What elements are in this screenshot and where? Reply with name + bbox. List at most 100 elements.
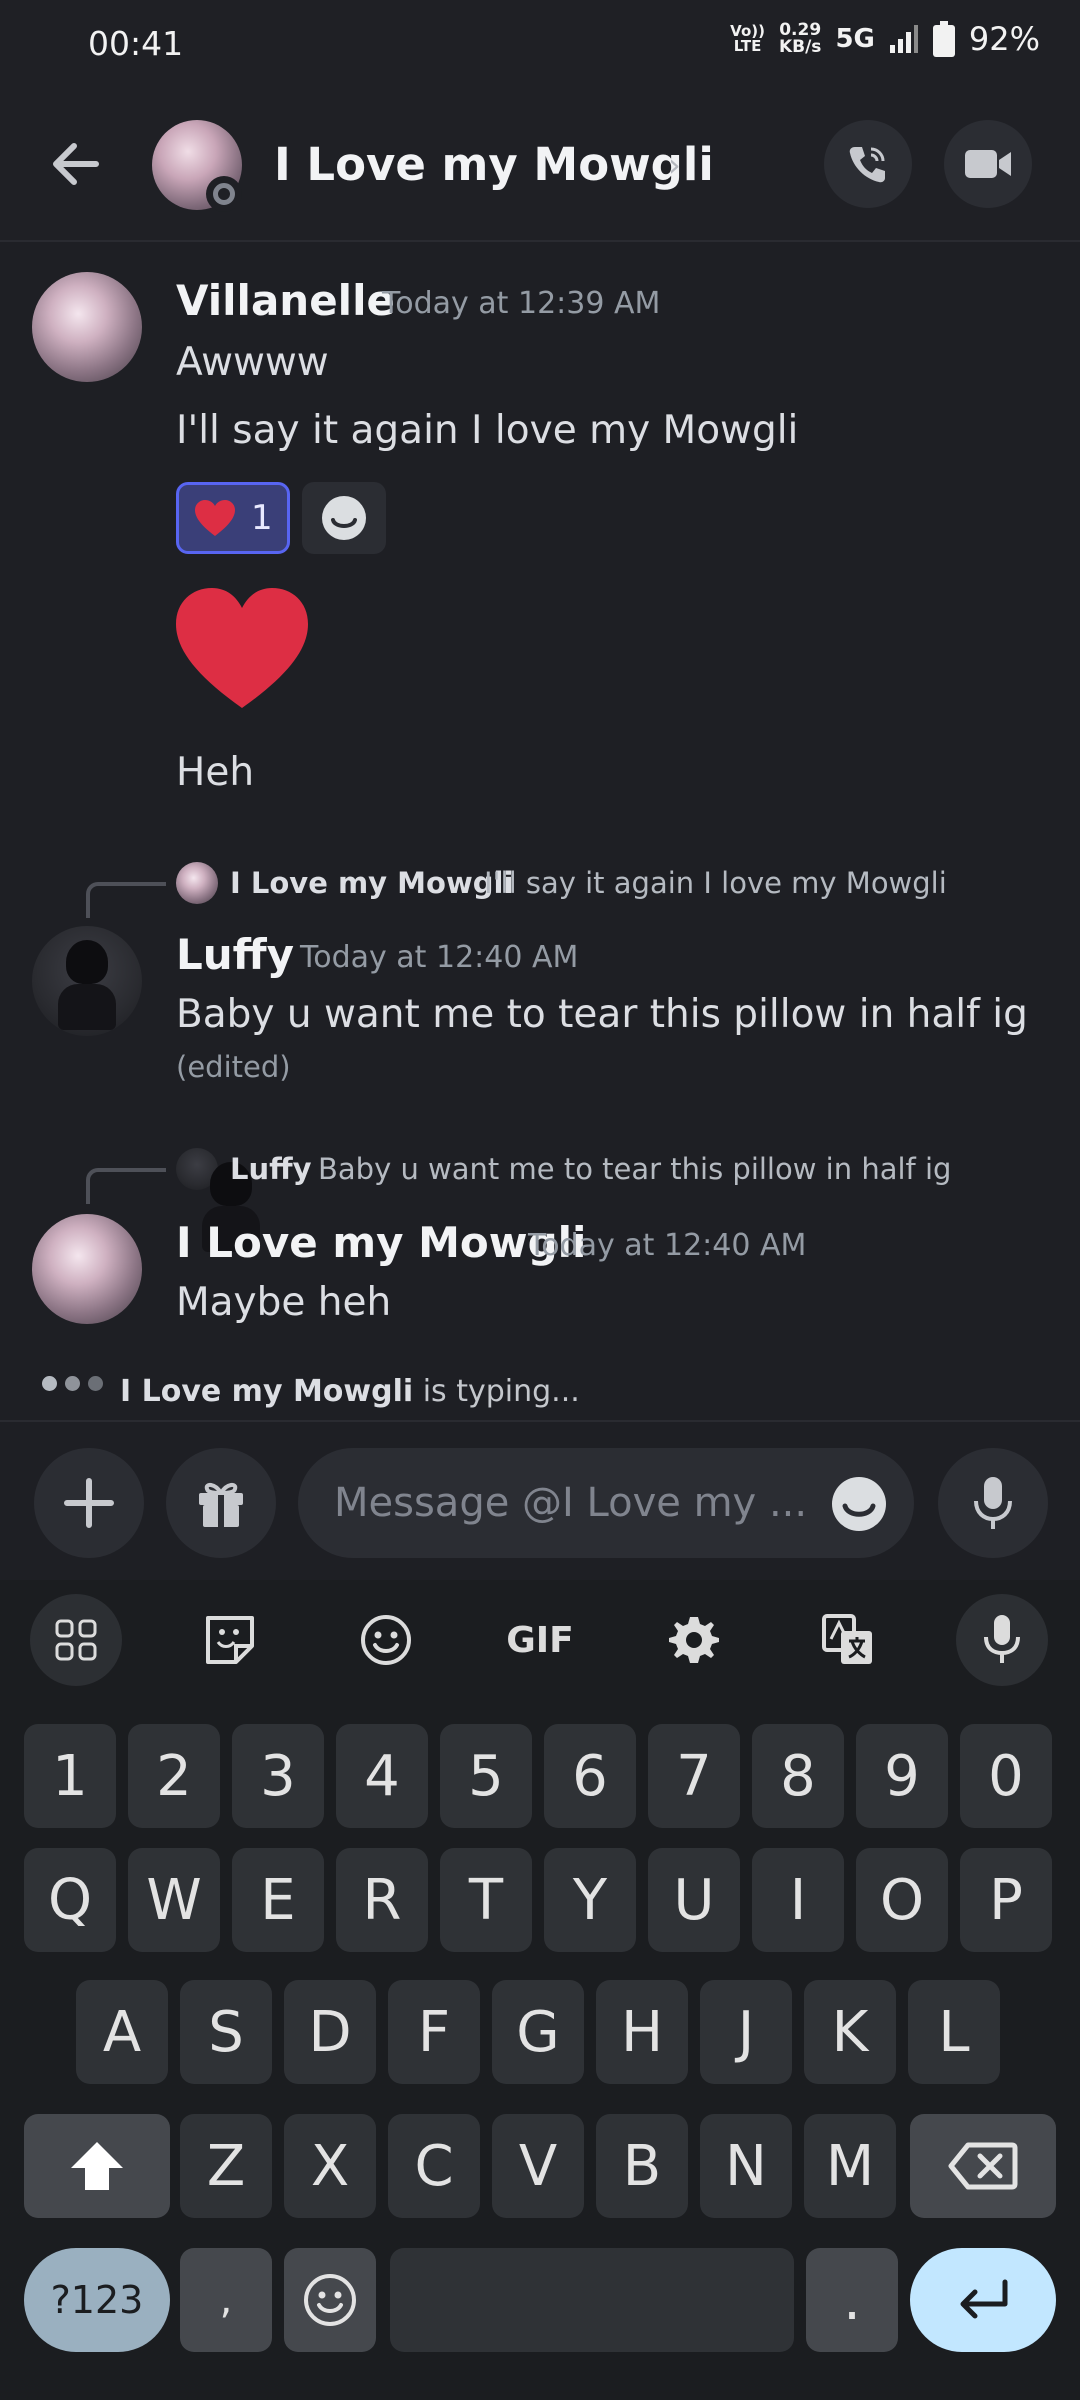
avatar[interactable] [32, 1214, 142, 1324]
message-text[interactable]: Awwww [176, 340, 329, 385]
voice-message-button[interactable] [938, 1448, 1048, 1558]
typing-dot [65, 1376, 80, 1391]
emoji-icon [322, 496, 366, 540]
key-0[interactable]: 0 [960, 1724, 1052, 1828]
chevron-right-icon[interactable]: › [668, 146, 681, 184]
avatar[interactable] [32, 926, 142, 1036]
keyboard-emoji-key[interactable] [284, 2248, 376, 2352]
sticker-button[interactable] [184, 1594, 276, 1686]
key-q[interactable]: Q [24, 1848, 116, 1952]
key-1[interactable]: 1 [24, 1724, 116, 1828]
key-n[interactable]: N [700, 2114, 792, 2218]
sticker-icon [206, 1616, 254, 1664]
key-5[interactable]: 5 [440, 1724, 532, 1828]
key-h[interactable]: H [596, 1980, 688, 2084]
keyboard-voice-button[interactable] [956, 1594, 1048, 1686]
shift-key[interactable] [24, 2114, 170, 2218]
enter-arrow-icon [960, 2279, 1008, 2319]
key-f[interactable]: F [388, 1980, 480, 2084]
backspace-key[interactable] [910, 2114, 1056, 2218]
message-list[interactable]: Villanelle Today at 12:39 AM Awwww I'll … [0, 244, 1080, 1420]
gif-button[interactable]: GIF [494, 1594, 586, 1686]
page-title[interactable]: I Love my Mowgli [274, 138, 714, 191]
key-g[interactable]: G [492, 1980, 584, 2084]
key-2[interactable]: 2 [128, 1724, 220, 1828]
key-d[interactable]: D [284, 1980, 376, 2084]
reply-preview-text[interactable]: I'll say it again I love my Mowgli [484, 866, 947, 900]
space-key[interactable] [390, 2248, 794, 2352]
key-7[interactable]: 7 [648, 1724, 740, 1828]
back-arrow-icon[interactable] [44, 132, 108, 196]
comma-key[interactable]: , [180, 2248, 272, 2352]
key-l[interactable]: L [908, 1980, 1000, 2084]
heart-emoji-icon[interactable] [172, 584, 312, 714]
key-9[interactable]: 9 [856, 1724, 948, 1828]
gift-button[interactable] [166, 1448, 276, 1558]
key-k[interactable]: K [804, 1980, 896, 2084]
key-z[interactable]: Z [180, 2114, 272, 2218]
key-e[interactable]: E [232, 1848, 324, 1952]
key-p[interactable]: P [960, 1848, 1052, 1952]
reaction-heart-button[interactable]: 1 [176, 482, 290, 554]
on-screen-keyboard: GIF 1234567890 QWERTYUIOP ASDFGHJK L Z X… [0, 1580, 1080, 2400]
symbols-key[interactable]: ?123 [24, 2248, 170, 2352]
avatar[interactable] [32, 272, 142, 382]
reply-author[interactable]: Luffy [230, 1152, 312, 1186]
emoji-icon [304, 2274, 356, 2326]
key-m[interactable]: M [804, 2114, 896, 2218]
keyboard-settings-button[interactable] [648, 1594, 740, 1686]
key-y[interactable]: Y [544, 1848, 636, 1952]
key-w[interactable]: W [128, 1848, 220, 1952]
translate-button[interactable] [802, 1594, 894, 1686]
message-text[interactable]: Heh [176, 750, 254, 795]
attach-button[interactable] [34, 1448, 144, 1558]
key-c[interactable]: C [388, 2114, 480, 2218]
emoji-picker-icon[interactable] [830, 1475, 888, 1533]
message-timestamp: Today at 12:40 AM [528, 1228, 807, 1263]
edited-label: (edited) [176, 1050, 291, 1084]
key-8[interactable]: 8 [752, 1724, 844, 1828]
apps-grid-icon [55, 1619, 97, 1661]
video-camera-icon [965, 150, 1011, 178]
key-b[interactable]: B [596, 2114, 688, 2218]
battery-icon [932, 21, 955, 57]
emoji-button[interactable] [340, 1594, 432, 1686]
key-j[interactable]: J [700, 1980, 792, 2084]
message-author[interactable]: Luffy [176, 930, 294, 979]
message-author[interactable]: Villanelle [176, 276, 395, 325]
message-text[interactable]: I'll say it again I love my Mowgli [176, 408, 798, 453]
voice-call-button[interactable] [824, 120, 912, 208]
message-input[interactable]: Message @I Love my ... [298, 1448, 914, 1558]
message-text[interactable]: Maybe heh [176, 1280, 391, 1325]
phone-icon [849, 147, 885, 183]
keyboard-toolbar: GIF [0, 1580, 1080, 1700]
add-reaction-button[interactable] [302, 482, 386, 554]
reply-avatar [176, 1148, 260, 1252]
battery-percent: 92% [968, 20, 1040, 58]
key-t[interactable]: T [440, 1848, 532, 1952]
dm-header: I Love my Mowgli › [0, 92, 1080, 242]
key-6[interactable]: 6 [544, 1724, 636, 1828]
key-3[interactable]: 3 [232, 1724, 324, 1828]
message-text[interactable]: Baby u want me to tear this pillow in ha… [176, 992, 1028, 1037]
message-author[interactable]: I Love my Mowgli [176, 1218, 586, 1267]
key-i[interactable]: I [752, 1848, 844, 1952]
period-key[interactable]: . [806, 2248, 898, 2352]
key-s[interactable]: S [180, 1980, 272, 2084]
key-o[interactable]: O [856, 1848, 948, 1952]
video-call-button[interactable] [944, 120, 1032, 208]
key-a[interactable]: A [76, 1980, 168, 2084]
enter-key[interactable] [910, 2248, 1056, 2352]
reply-author[interactable]: I Love my Mowgli [230, 866, 513, 900]
key-r[interactable]: R [336, 1848, 428, 1952]
signal-icon [889, 25, 918, 53]
key-4[interactable]: 4 [336, 1724, 428, 1828]
volte-bottom: LTE [733, 37, 762, 55]
key-v[interactable]: V [492, 2114, 584, 2218]
reply-preview-text[interactable]: Baby u want me to tear this pillow in ha… [318, 1152, 951, 1186]
apps-grid-button[interactable] [30, 1594, 122, 1686]
status-icons: Vo)) LTE 0.29 KB/s 5G 92% [730, 20, 1040, 58]
backspace-icon [948, 2142, 1018, 2190]
key-x[interactable]: X [284, 2114, 376, 2218]
key-u[interactable]: U [648, 1848, 740, 1952]
